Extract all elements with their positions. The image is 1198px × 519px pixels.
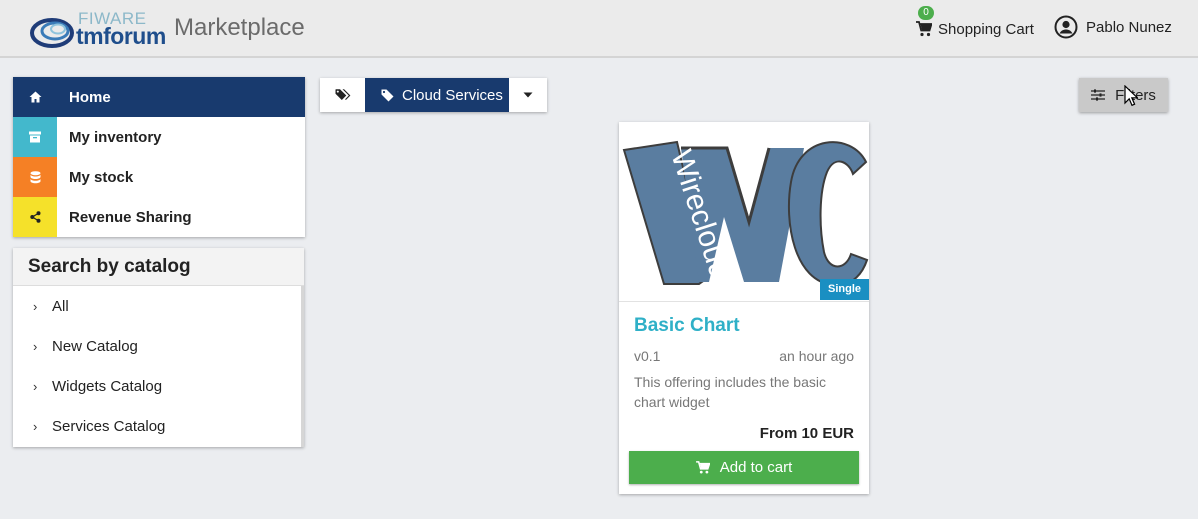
sidebar-item-label: My stock — [69, 168, 134, 186]
cart-label: Shopping Cart — [938, 20, 1034, 38]
sidebar-item-label: Revenue Sharing — [69, 208, 192, 226]
catalog-panel-title: Search by catalog — [13, 248, 304, 286]
wirecloud-logo-icon: Wirecloud — [622, 140, 869, 287]
sidebar-item-label: Home — [69, 88, 111, 106]
archive-icon — [13, 117, 57, 157]
catalog-panel: Search by catalog › All › New Catalog › … — [13, 248, 304, 447]
offering-price: From 10 EUR — [759, 425, 854, 442]
fiware-tmforum-logo[interactable]: FIWARE tmforum — [30, 9, 166, 49]
sidebar-nav: Home My inventory My stock Revenue Shari… — [13, 77, 305, 237]
all-categories-button[interactable] — [320, 78, 365, 112]
offering-description: This offering includes the basic chart w… — [634, 374, 826, 410]
sidebar-item-my-stock[interactable]: My stock — [13, 157, 305, 197]
offering-card[interactable]: Wirecloud Single Basic Chart v0.1 an hou… — [619, 122, 869, 494]
filters-button[interactable]: Filters — [1079, 78, 1168, 112]
add-to-cart-button[interactable]: Add to cart — [629, 451, 859, 484]
chevron-right-icon: › — [33, 418, 38, 434]
selected-category-button[interactable]: Cloud Services — [365, 78, 509, 112]
catalog-item-widgets-catalog[interactable]: › Widgets Catalog — [13, 366, 304, 406]
database-icon — [13, 157, 57, 197]
category-filter-bar: Cloud Services — [320, 78, 547, 112]
catalog-item-new-catalog[interactable]: › New Catalog — [13, 326, 304, 366]
sidebar-item-my-inventory[interactable]: My inventory — [13, 117, 305, 157]
sidebar-item-revenue-sharing[interactable]: Revenue Sharing — [13, 197, 305, 237]
user-menu[interactable]: Pablo Nunez — [1054, 15, 1172, 39]
cart-count-badge: 0 — [918, 6, 934, 20]
caret-down-icon — [523, 92, 533, 98]
catalog-item-label: Services Catalog — [52, 417, 166, 435]
catalog-scrollbar[interactable] — [301, 286, 304, 447]
app-title: Marketplace — [174, 14, 305, 41]
cart-icon — [916, 21, 932, 37]
sidebar-item-home[interactable]: Home — [13, 77, 305, 117]
sliders-icon — [1091, 89, 1106, 101]
chevron-right-icon: › — [33, 338, 38, 354]
offering-type-badge: Single — [819, 279, 869, 300]
catalog-item-all[interactable]: › All — [13, 286, 304, 326]
catalog-item-label: Widgets Catalog — [52, 377, 163, 395]
chevron-right-icon: › — [33, 298, 38, 314]
user-circle-icon — [1054, 15, 1078, 39]
user-name: Pablo Nunez — [1086, 18, 1172, 36]
category-dropdown-toggle[interactable] — [509, 78, 547, 112]
add-to-cart-label: Add to cart — [719, 459, 793, 476]
share-icon — [13, 197, 57, 237]
cart-icon — [695, 461, 710, 474]
selected-category-label: Cloud Services — [402, 86, 503, 104]
filters-label: Filters — [1115, 86, 1156, 104]
catalog-item-label: All — [52, 297, 69, 315]
home-icon — [13, 77, 57, 117]
top-header: FIWARE tmforum Marketplace 0 Shopping Ca… — [0, 0, 1198, 58]
offering-title[interactable]: Basic Chart — [634, 315, 740, 337]
shopping-cart-link[interactable]: 0 Shopping Cart — [916, 6, 1034, 40]
catalog-item-label: New Catalog — [52, 337, 138, 355]
tags-icon — [335, 89, 350, 100]
chevron-right-icon: › — [33, 378, 38, 394]
catalog-item-services-catalog[interactable]: › Services Catalog — [13, 406, 304, 446]
logo-tmforum-text: tmforum — [76, 23, 166, 49]
sidebar-item-label: My inventory — [69, 128, 162, 146]
offering-image[interactable]: Wirecloud — [619, 122, 869, 302]
offering-version: v0.1 — [634, 348, 661, 364]
tag-icon — [381, 89, 394, 101]
offering-updated-time: an hour ago — [779, 348, 854, 364]
logo-swirl-icon — [30, 18, 74, 48]
